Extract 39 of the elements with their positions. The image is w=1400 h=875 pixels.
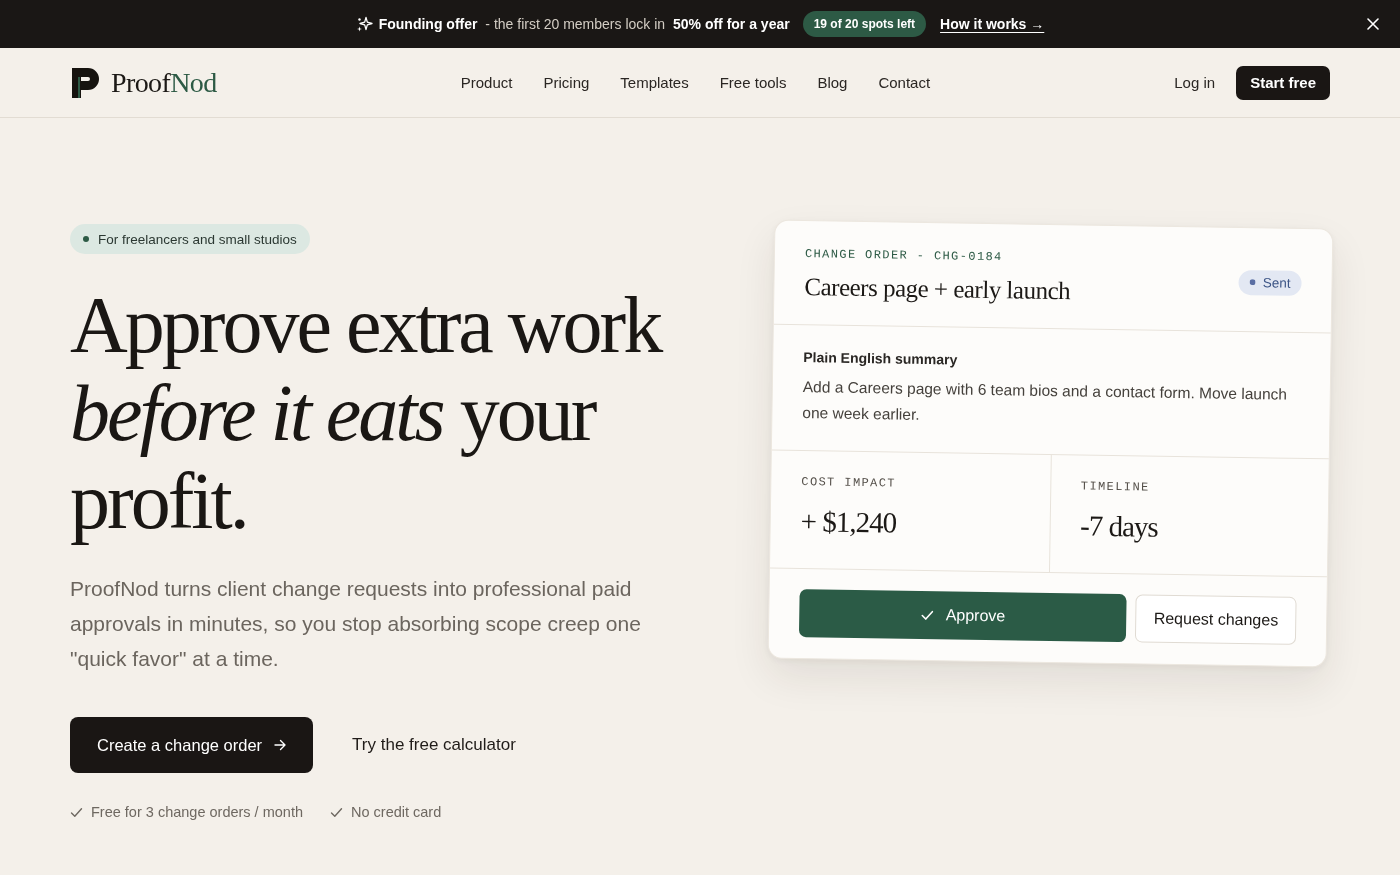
change-order-label: CHANGE ORDER - CHG-0184 (804, 246, 1004, 267)
hero-headline: Approve extra work before it eats your profit. (70, 281, 662, 545)
how-it-works-link[interactable]: How it works → (940, 16, 1045, 32)
status-text: Sent (1262, 274, 1291, 291)
nav-link[interactable]: Free tools (719, 74, 787, 91)
dot-icon (83, 236, 89, 242)
perk-text: Free for 3 change orders / month (91, 804, 303, 820)
summary-heading: Plain English summary (803, 348, 959, 370)
status-dot-icon (1249, 279, 1256, 286)
nav-link[interactable]: Templates (620, 74, 689, 91)
approve-button[interactable]: Approve (798, 589, 1128, 643)
perk-text: No credit card (351, 804, 442, 820)
spots-left-badge: 19 of 20 spots left (802, 11, 927, 37)
nav-link[interactable]: Pricing (543, 74, 590, 91)
change-order-title: Careers page + early launch (804, 272, 1071, 307)
audience-tag-text: For freelancers and small studios (98, 231, 297, 247)
check-icon (70, 805, 83, 819)
summary-text: Add a Careers page with 6 team bios and a contact form. Move launch one week earlier. (802, 377, 1289, 425)
brand-wordmark[interactable]: ProofNod (111, 66, 217, 99)
metric-value: + $1,240 (800, 504, 898, 541)
offer-text: Founding offer - the first 20 members lock in 50% off for a year (378, 16, 790, 32)
nav-link[interactable]: Blog (817, 74, 848, 91)
metric-label: TIMELINE (1080, 478, 1151, 497)
create-change-order-button[interactable]: Create a change order (70, 717, 314, 773)
free-calculator-link[interactable]: Try the free calculator (352, 735, 516, 755)
logo-icon (72, 67, 100, 98)
metric-value: -7 days (1079, 508, 1160, 545)
metric-label: COST IMPACT (801, 474, 898, 493)
arrow-right-icon (274, 739, 287, 751)
hero-description: ProofNod turns client change requests into professional paid approvals in minutes, so you stop absorbing scope creep one "quick favor" at a time. (70, 576, 642, 672)
check-icon (920, 608, 935, 623)
nav-link[interactable]: Contact (878, 74, 931, 91)
check-icon (330, 805, 343, 819)
close-icon[interactable] (1367, 18, 1379, 30)
start-free-button[interactable]: Start free (1236, 65, 1330, 100)
login-link[interactable]: Log in (1174, 74, 1216, 91)
nav-link[interactable]: Product (460, 74, 513, 91)
request-changes-button[interactable]: Request changes (1135, 594, 1297, 645)
sparkle-icon (355, 15, 373, 33)
